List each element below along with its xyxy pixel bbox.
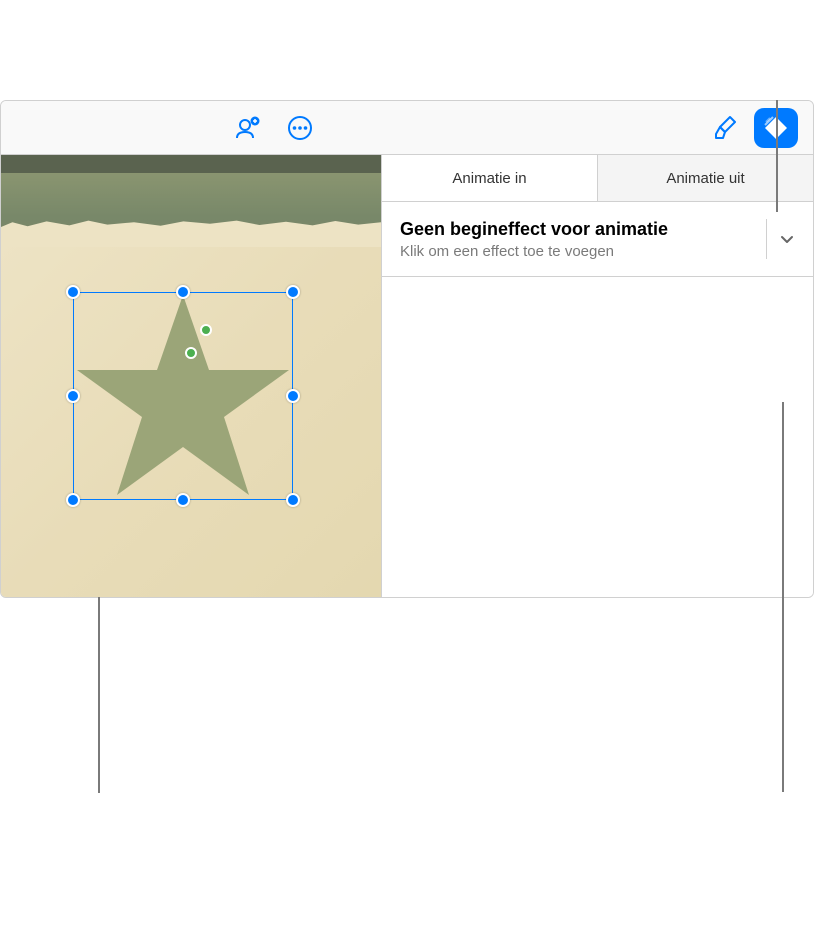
effect-selector[interactable]: Geen begineffect voor animatie Klik om e… <box>382 202 813 277</box>
toolbar <box>1 101 813 155</box>
effect-subtitle: Klik om een effect toe te voegen <box>400 243 766 260</box>
tab-label: Animatie in <box>452 170 526 187</box>
toolbar-right <box>706 108 798 148</box>
tab-animate-out[interactable]: Animatie uit <box>598 155 813 201</box>
chevron-down-icon <box>779 231 795 247</box>
star-shape <box>71 290 295 502</box>
effect-dropdown-button[interactable] <box>766 219 795 259</box>
effect-title: Geen begineffect voor animatie <box>400 218 766 241</box>
slide-canvas[interactable] <box>1 155 381 597</box>
resize-handle-ml[interactable] <box>66 389 80 403</box>
resize-handle-tr[interactable] <box>286 285 300 299</box>
collaborate-icon <box>232 113 262 143</box>
format-button[interactable] <box>706 109 744 147</box>
shape-control-handle[interactable] <box>185 347 197 359</box>
shape-control-handle[interactable] <box>200 324 212 336</box>
selected-object[interactable] <box>66 285 300 507</box>
format-brush-icon <box>711 114 739 142</box>
inspector-tabs: Animatie in Animatie uit <box>382 155 813 202</box>
more-button[interactable] <box>281 109 319 147</box>
resize-handle-bl[interactable] <box>66 493 80 507</box>
more-icon <box>285 113 315 143</box>
effect-text: Geen begineffect voor animatie Klik om e… <box>400 218 766 260</box>
inspector-sidebar: Animatie in Animatie uit Geen begineffec… <box>381 155 813 597</box>
tab-animate-in[interactable]: Animatie in <box>382 155 598 201</box>
resize-handle-br[interactable] <box>286 493 300 507</box>
main-area: Animatie in Animatie uit Geen begineffec… <box>1 155 813 597</box>
resize-handle-tm[interactable] <box>176 285 190 299</box>
collaborate-button[interactable] <box>228 109 266 147</box>
resize-handle-mr[interactable] <box>286 389 300 403</box>
tab-label: Animatie uit <box>666 170 744 187</box>
bg-layer <box>1 155 381 173</box>
app-window: Animatie in Animatie uit Geen begineffec… <box>0 100 814 598</box>
resize-handle-bm[interactable] <box>176 493 190 507</box>
bg-torn-edge <box>1 227 381 247</box>
callout-line <box>782 402 784 792</box>
resize-handle-tl[interactable] <box>66 285 80 299</box>
